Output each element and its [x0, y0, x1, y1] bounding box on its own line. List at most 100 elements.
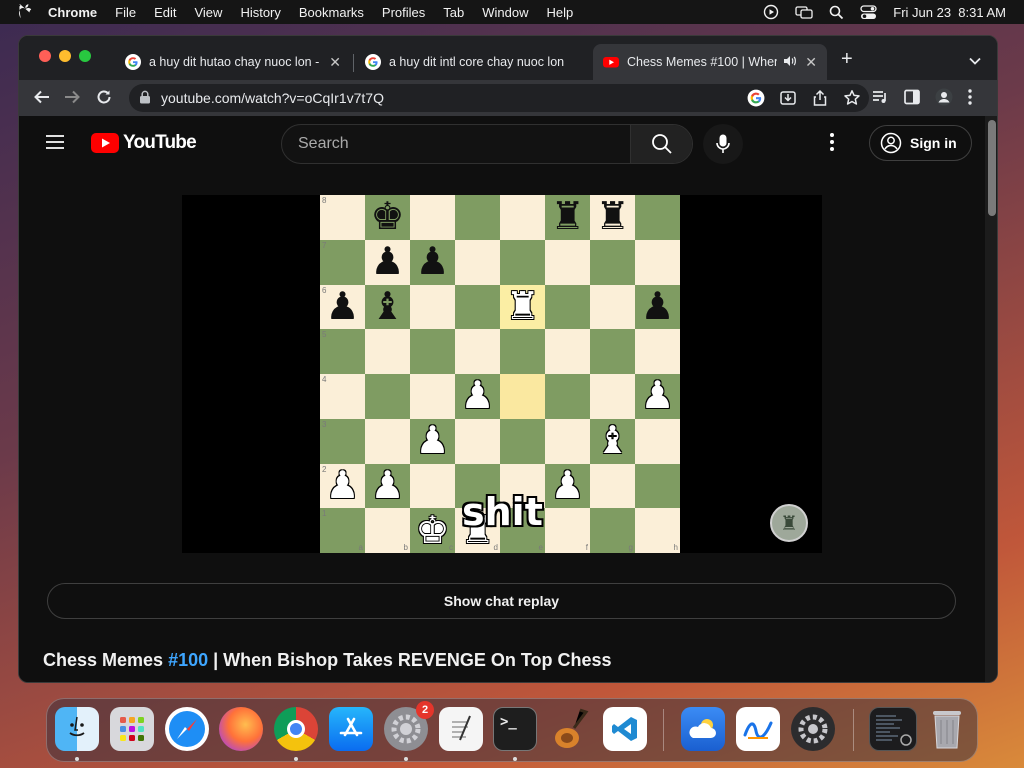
tab-youtube-active[interactable]: Chess Memes #100 | When ✕	[593, 44, 827, 80]
tab-google-search-1[interactable]: a huy dit hutao chay nuoc lon - ✕	[115, 44, 351, 80]
menu-help[interactable]: Help	[547, 5, 574, 20]
share-icon[interactable]	[811, 89, 829, 110]
media-controls-icon[interactable]	[871, 88, 889, 111]
file-label: c	[449, 543, 453, 552]
vscode-icon[interactable]	[603, 707, 647, 751]
square-c6	[410, 284, 455, 330]
voice-search-button[interactable]	[703, 124, 743, 164]
channel-watermark-icon[interactable]: ♜	[770, 504, 808, 542]
square-f2: ♟	[545, 463, 590, 509]
chrome-icon[interactable]	[274, 707, 318, 751]
square-d8	[455, 195, 500, 240]
launchpad-icon[interactable]	[110, 707, 154, 751]
tab-search-chevron-icon[interactable]	[969, 52, 981, 70]
square-a1: 1a	[320, 508, 365, 553]
square-g4	[590, 374, 635, 419]
square-e5	[500, 329, 545, 374]
square-d5	[455, 329, 500, 374]
black-pawn-piece: ♟	[370, 241, 405, 284]
zoom-window-button[interactable]	[79, 50, 91, 62]
square-a8: 8	[320, 195, 365, 240]
video-player[interactable]: 8 ♚ ♜ ♜ 7 ♟ ♟ 6 ♟ ♝ ♜ ♟ 5 4 ♟ ♟ 3 ♟ ♝ 2 ♟ ♟ ♟ 1 a b c ♚ d ♜ e f g h shit …	[182, 195, 822, 553]
forward-arrow-icon[interactable]	[63, 88, 81, 111]
textedit-icon[interactable]	[439, 707, 483, 751]
scrollbar-thumb[interactable]	[988, 120, 996, 216]
square-g1: g	[590, 508, 635, 553]
system-settings-icon[interactable]: 2	[384, 701, 434, 751]
menu-app-name[interactable]: Chrome	[48, 5, 97, 20]
white-rook-piece: ♜	[505, 285, 540, 328]
app-store-icon[interactable]	[329, 707, 373, 751]
weather-icon[interactable]	[681, 707, 725, 751]
square-f8: ♜	[545, 195, 590, 240]
menu-file[interactable]: File	[115, 5, 136, 20]
menu-bar: Chrome File Edit View History Bookmarks …	[0, 0, 1024, 24]
back-arrow-icon[interactable]	[33, 88, 51, 111]
reload-icon[interactable]	[95, 88, 113, 111]
show-chat-replay-button[interactable]: Show chat replay	[47, 583, 956, 619]
sign-in-button[interactable]: Sign in	[869, 125, 972, 161]
spotlight-search-icon[interactable]	[829, 5, 844, 20]
speaker-icon[interactable]	[783, 55, 797, 70]
address-url[interactable]: youtube.com/watch?v=oCqIr1v7t7Q	[161, 90, 384, 106]
freeform-icon[interactable]	[736, 707, 780, 751]
trash-icon[interactable]	[925, 707, 969, 751]
install-app-icon[interactable]	[779, 89, 797, 110]
rank-label: 6	[322, 285, 327, 295]
chrome-menu-icon[interactable]	[967, 88, 973, 111]
google-lens-icon[interactable]	[747, 89, 765, 110]
menu-bookmarks[interactable]: Bookmarks	[299, 5, 364, 20]
firefox-icon[interactable]	[219, 707, 263, 751]
tab-close-icon[interactable]: ✕	[329, 54, 341, 71]
menu-window[interactable]: Window	[482, 5, 528, 20]
video-title-hashtag[interactable]: #100	[168, 650, 208, 670]
vertical-scrollbar[interactable]	[985, 116, 997, 682]
dock: 2 >_	[46, 698, 978, 762]
youtube-logo[interactable]: YouTube	[91, 132, 197, 154]
menu-history[interactable]: History	[240, 5, 280, 20]
menu-profiles[interactable]: Profiles	[382, 5, 425, 20]
terminal-icon[interactable]: >_	[493, 707, 537, 751]
settings-kebab-icon[interactable]	[829, 132, 835, 157]
menu-view[interactable]: View	[194, 5, 222, 20]
screen-mirroring-icon[interactable]	[795, 4, 813, 20]
search-input[interactable]	[282, 125, 632, 163]
black-pawn-piece: ♟	[640, 285, 675, 328]
square-d6	[455, 284, 500, 330]
bookmark-star-icon[interactable]	[843, 89, 861, 110]
utility-gear-icon[interactable]	[791, 707, 835, 751]
safari-icon[interactable]	[165, 707, 209, 751]
google-icon	[125, 54, 141, 70]
tab-google-search-2[interactable]: a huy dit intl core chay nuoc lon	[355, 44, 591, 80]
square-c4	[410, 374, 455, 419]
profile-icon[interactable]	[935, 88, 953, 111]
square-f6	[545, 284, 590, 330]
control-center-icon[interactable]	[860, 4, 877, 20]
window-thumbnail[interactable]	[869, 707, 917, 751]
white-pawn-piece: ♟	[370, 464, 405, 507]
apple-icon[interactable]	[18, 4, 34, 20]
hamburger-menu-icon[interactable]	[45, 134, 65, 155]
chrome-window: a huy dit hutao chay nuoc lon - ✕ a huy …	[18, 35, 998, 683]
minimize-window-button[interactable]	[59, 50, 71, 62]
menu-edit[interactable]: Edit	[154, 5, 176, 20]
tab-close-icon[interactable]: ✕	[805, 54, 817, 71]
running-indicator	[513, 757, 517, 761]
youtube-header: YouTube Sign in	[19, 116, 985, 172]
side-panel-icon[interactable]	[903, 88, 921, 111]
white-king-piece: ♚	[415, 509, 450, 552]
search-button[interactable]	[630, 125, 692, 163]
new-tab-button[interactable]: +	[841, 48, 853, 71]
menu-tab[interactable]: Tab	[443, 5, 464, 20]
square-c7: ♟	[410, 239, 455, 285]
site-info-icon[interactable]	[139, 90, 151, 107]
square-g3: ♝	[590, 418, 635, 464]
rank-label: 2	[322, 464, 327, 474]
address-bar[interactable]: youtube.com/watch?v=oCqIr1v7t7Q	[129, 84, 869, 112]
garageband-icon[interactable]	[548, 707, 592, 751]
screen-record-icon[interactable]	[763, 4, 779, 20]
finder-icon[interactable]	[55, 707, 99, 751]
menu-clock[interactable]: Fri Jun 23 8:31 AM	[893, 5, 1006, 20]
notification-badge: 2	[416, 701, 434, 719]
close-window-button[interactable]	[39, 50, 51, 62]
